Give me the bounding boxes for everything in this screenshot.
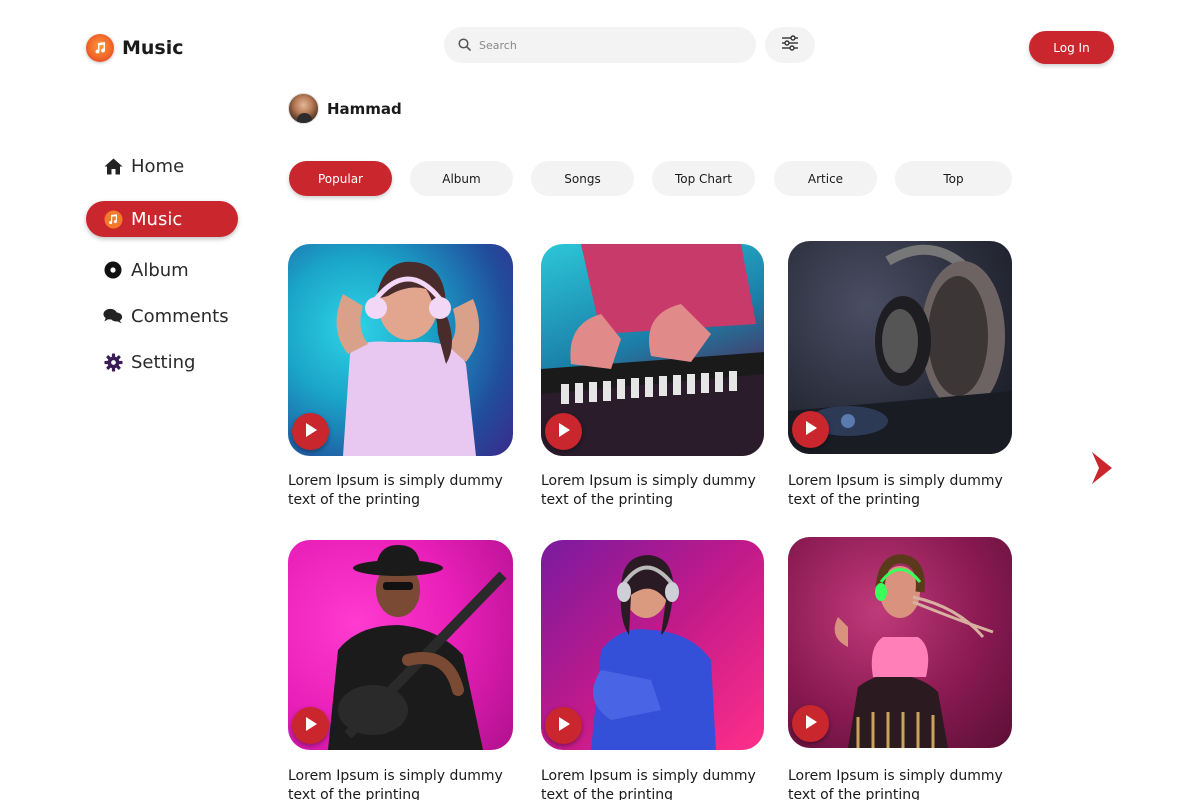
sidebar-item-setting[interactable]: Setting — [86, 344, 238, 380]
music-note-icon — [86, 34, 114, 62]
card-thumbnail[interactable] — [288, 540, 513, 750]
card-thumbnail[interactable] — [541, 540, 764, 750]
play-icon — [557, 422, 571, 442]
play-icon — [557, 716, 571, 736]
user-profile[interactable]: Hammad — [288, 93, 402, 124]
tab-top-chart[interactable]: Top Chart — [652, 161, 755, 196]
sidebar-item-label: Home — [131, 155, 185, 177]
sidebar-item-label: Album — [131, 259, 189, 281]
comments-icon — [103, 306, 123, 326]
app-name: Music — [122, 37, 184, 59]
sidebar-item-comments[interactable]: Comments — [86, 298, 238, 334]
play-button[interactable] — [792, 705, 829, 742]
home-icon — [103, 156, 123, 176]
card-caption: Lorem Ipsum is simply dummy text of the … — [288, 473, 503, 508]
user-name: Hammad — [327, 99, 402, 118]
card-caption: Lorem Ipsum is simply dummy text of the … — [541, 768, 756, 800]
card-thumbnail[interactable] — [788, 241, 1012, 454]
music-card[interactable]: Lorem Ipsum is simply dummy text of the … — [788, 241, 1014, 510]
card-thumbnail[interactable] — [288, 244, 513, 456]
music-card[interactable]: Lorem Ipsum is simply dummy text of the … — [541, 244, 767, 510]
sidebar-item-home[interactable]: Home — [86, 148, 238, 184]
search-bar[interactable] — [444, 27, 756, 63]
avatar[interactable] — [288, 93, 319, 124]
sliders-icon — [781, 35, 799, 55]
search-input[interactable] — [479, 38, 739, 52]
play-button[interactable] — [545, 707, 582, 744]
card-thumbnail[interactable] — [541, 244, 764, 456]
disc-icon — [103, 260, 123, 280]
music-icon — [103, 209, 123, 229]
play-button[interactable] — [545, 413, 582, 450]
play-icon — [304, 716, 318, 736]
app-logo[interactable]: Music — [86, 34, 184, 62]
next-arrow-button[interactable] — [1088, 450, 1118, 488]
login-button[interactable]: Log In — [1029, 31, 1114, 64]
tab-album[interactable]: Album — [410, 161, 513, 196]
sidebar-item-album[interactable]: Album — [86, 252, 238, 288]
music-card[interactable]: Lorem Ipsum is simply dummy text of the … — [288, 244, 514, 510]
play-button[interactable] — [292, 413, 329, 450]
card-thumbnail[interactable] — [788, 537, 1012, 748]
search-icon — [458, 36, 471, 55]
gear-icon — [103, 352, 123, 372]
tab-top[interactable]: Top — [895, 161, 1012, 196]
tab-popular[interactable]: Popular — [289, 161, 392, 196]
sidebar-item-label: Music — [131, 208, 183, 230]
card-caption: Lorem Ipsum is simply dummy text of the … — [541, 473, 756, 508]
play-icon — [804, 714, 818, 734]
play-button[interactable] — [292, 707, 329, 744]
music-card[interactable]: Lorem Ipsum is simply dummy text of the … — [788, 537, 1014, 800]
sidebar-item-label: Comments — [131, 305, 229, 327]
card-caption: Lorem Ipsum is simply dummy text of the … — [788, 473, 1003, 508]
play-icon — [804, 420, 818, 440]
filter-button[interactable] — [765, 27, 815, 63]
card-caption: Lorem Ipsum is simply dummy text of the … — [288, 768, 503, 800]
music-card[interactable]: Lorem Ipsum is simply dummy text of the … — [288, 540, 514, 800]
chevron-right-icon — [1088, 452, 1114, 490]
sidebar-item-label: Setting — [131, 351, 196, 373]
card-caption: Lorem Ipsum is simply dummy text of the … — [788, 768, 1003, 800]
play-icon — [304, 422, 318, 442]
play-button[interactable] — [792, 411, 829, 448]
tab-songs[interactable]: Songs — [531, 161, 634, 196]
tab-artice[interactable]: Artice — [774, 161, 877, 196]
sidebar-item-music[interactable]: Music — [86, 201, 238, 237]
music-card[interactable]: Lorem Ipsum is simply dummy text of the … — [541, 540, 767, 800]
